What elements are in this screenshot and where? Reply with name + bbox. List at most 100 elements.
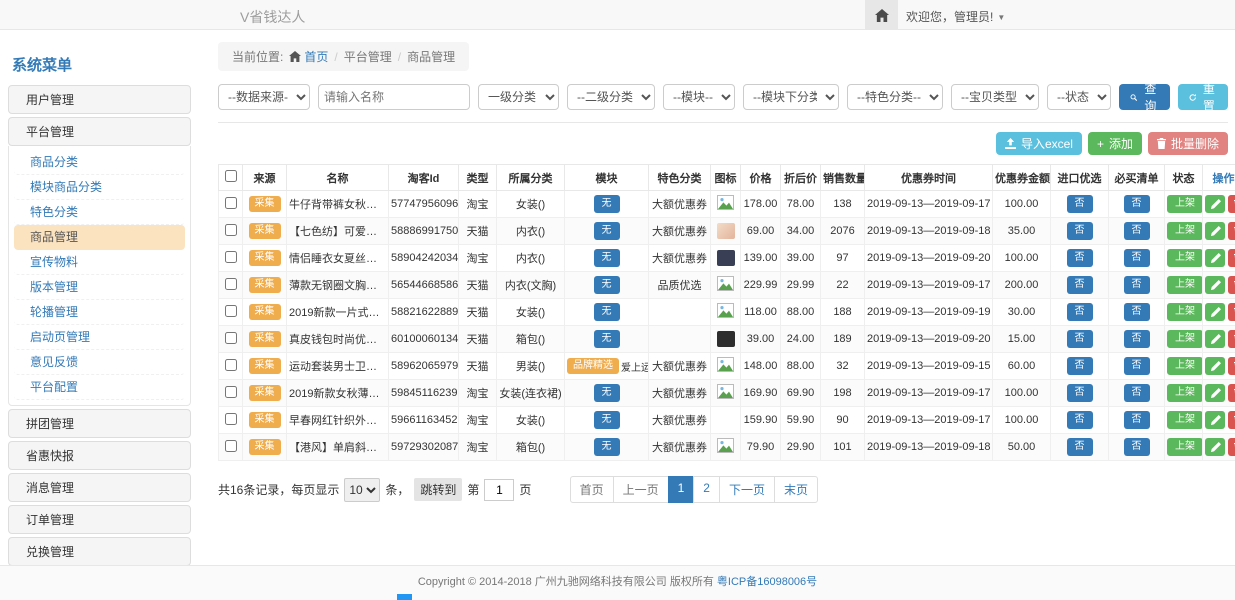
sidebar-subitem[interactable]: 平台配置 [14,375,185,400]
filter-select[interactable]: --模块-- [663,84,735,110]
status-badge[interactable]: 上架 [1167,411,1203,429]
mustbuy-toggle-badge[interactable]: 否 [1124,249,1150,267]
sidebar-subitem[interactable]: 特色分类 [14,200,185,225]
sidebar-item[interactable]: 消息管理 [8,473,191,502]
jump-button[interactable]: 跳转到 [414,478,462,501]
breadcrumb-item[interactable]: 首页 [304,48,328,65]
module-none-badge[interactable]: 无 [594,195,620,213]
jump-page-input[interactable] [484,479,514,501]
sidebar-subitem[interactable]: 商品管理 [14,225,185,250]
delete-button[interactable] [1228,384,1235,402]
pager-item[interactable]: 下一页 [719,476,775,503]
filter-select[interactable]: --数据来源-- [218,84,310,110]
module-none-badge[interactable]: 无 [594,330,620,348]
filter-select[interactable]: --宝贝类型-- [951,84,1039,110]
home-button[interactable] [865,0,898,30]
breadcrumb-item[interactable]: 平台管理 [344,48,392,65]
mustbuy-toggle-badge[interactable]: 否 [1124,222,1150,240]
status-badge[interactable]: 上架 [1167,249,1203,267]
sidebar-item[interactable]: 订单管理 [8,505,191,534]
pager-item[interactable]: 1 [668,476,695,503]
mustbuy-toggle-badge[interactable]: 否 [1124,303,1150,321]
edit-button[interactable] [1205,222,1225,240]
module-none-badge[interactable]: 无 [594,249,620,267]
status-badge[interactable]: 上架 [1167,195,1203,213]
mustbuy-toggle-badge[interactable]: 否 [1124,195,1150,213]
edit-button[interactable] [1205,438,1225,456]
filter-select[interactable]: --模块下分类-- [743,84,839,110]
import-toggle-badge[interactable]: 否 [1067,276,1093,294]
sidebar-subitem[interactable]: 意见反馈 [14,350,185,375]
import-toggle-badge[interactable]: 否 [1067,384,1093,402]
pager-item[interactable]: 末页 [774,476,818,503]
status-badge[interactable]: 上架 [1167,330,1203,348]
sidebar-subitem[interactable]: 轮播管理 [14,300,185,325]
import-toggle-badge[interactable]: 否 [1067,195,1093,213]
status-badge[interactable]: 上架 [1167,357,1203,375]
edit-button[interactable] [1205,303,1225,321]
sidebar-subitem[interactable]: 模块商品分类 [14,175,185,200]
sidebar-subitem[interactable]: 商品分类 [14,150,185,175]
import-toggle-badge[interactable]: 否 [1067,330,1093,348]
status-badge[interactable]: 上架 [1167,222,1203,240]
delete-button[interactable] [1228,222,1235,240]
delete-button[interactable] [1228,249,1235,267]
delete-button[interactable] [1228,303,1235,321]
module-none-badge[interactable]: 无 [594,222,620,240]
breadcrumb-item[interactable]: 商品管理 [407,48,455,65]
mustbuy-toggle-badge[interactable]: 否 [1124,357,1150,375]
sidebar-subitem[interactable]: 版本管理 [14,275,185,300]
pager-item[interactable]: 2 [693,476,720,503]
status-badge[interactable]: 上架 [1167,384,1203,402]
import-excel-button[interactable]: 导入excel [996,132,1082,155]
sidebar-item[interactable]: 省惠快报 [8,441,191,470]
import-toggle-badge[interactable]: 否 [1067,249,1093,267]
row-checkbox[interactable] [225,332,237,344]
filter-select[interactable]: --状态-- [1047,84,1111,110]
batch-delete-button[interactable]: 批量删除 [1148,132,1228,155]
query-button[interactable]: 查询 [1119,84,1170,110]
pager-item[interactable]: 上一页 [613,476,669,503]
filter-select[interactable]: 一级分类 [478,84,559,110]
breadcrumb-home-link[interactable]: 首页 [289,48,328,65]
delete-button[interactable] [1228,330,1235,348]
import-toggle-badge[interactable]: 否 [1067,411,1093,429]
sidebar-item[interactable]: 平台管理 [8,117,191,146]
status-badge[interactable]: 上架 [1167,303,1203,321]
edit-button[interactable] [1205,195,1225,213]
edit-button[interactable] [1205,357,1225,375]
import-toggle-badge[interactable]: 否 [1067,357,1093,375]
reset-button[interactable]: 重置 [1178,84,1229,110]
import-toggle-badge[interactable]: 否 [1067,303,1093,321]
row-checkbox[interactable] [225,359,237,371]
filter-select[interactable]: --特色分类-- [847,84,943,110]
import-toggle-badge[interactable]: 否 [1067,438,1093,456]
row-checkbox[interactable] [225,386,237,398]
delete-button[interactable] [1228,438,1235,456]
edit-button[interactable] [1205,384,1225,402]
row-checkbox[interactable] [225,278,237,290]
delete-button[interactable] [1228,357,1235,375]
module-none-badge[interactable]: 无 [594,438,620,456]
module-none-badge[interactable]: 无 [594,276,620,294]
user-menu[interactable]: 欢迎您，管理员!▼ [906,8,1005,25]
add-button[interactable]: + 添加 [1088,132,1142,155]
row-checkbox[interactable] [225,413,237,425]
module-none-badge[interactable]: 无 [594,384,620,402]
sidebar-item[interactable]: 拼团管理 [8,409,191,438]
status-badge[interactable]: 上架 [1167,438,1203,456]
edit-button[interactable] [1205,411,1225,429]
sidebar-subitem[interactable]: 启动页管理 [14,325,185,350]
row-checkbox[interactable] [225,251,237,263]
sidebar-item[interactable]: 用户管理 [8,85,191,114]
sidebar-item[interactable]: 兑换管理 [8,537,191,565]
delete-button[interactable] [1228,411,1235,429]
status-badge[interactable]: 上架 [1167,276,1203,294]
row-checkbox[interactable] [225,197,237,209]
mustbuy-toggle-badge[interactable]: 否 [1124,438,1150,456]
mustbuy-toggle-badge[interactable]: 否 [1124,384,1150,402]
delete-button[interactable] [1228,276,1235,294]
edit-button[interactable] [1205,330,1225,348]
row-checkbox[interactable] [225,224,237,236]
mustbuy-toggle-badge[interactable]: 否 [1124,411,1150,429]
